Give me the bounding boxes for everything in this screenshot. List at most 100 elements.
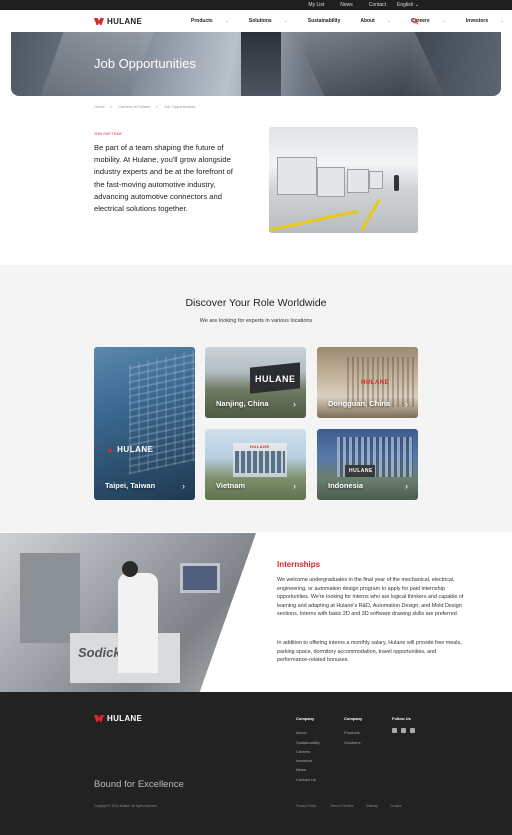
breadcrumb-separator: > [155, 104, 158, 109]
footer-column-follow: Follow Us [392, 714, 415, 734]
location-label: Vietnam [216, 481, 246, 490]
hulane-building-sign: HULANE [361, 380, 389, 386]
footer-link-cookies[interactable]: Cookies [390, 804, 402, 808]
chevron-right-icon: › [405, 481, 408, 491]
chevron-down-icon: ⌄ [224, 18, 229, 24]
location-card-dongguan[interactable]: HULANE Dongguan, China › [317, 347, 418, 418]
footer-link-solutions[interactable]: Solutions [344, 738, 362, 747]
monitor-shape [180, 563, 220, 593]
breadcrumb-careers[interactable]: Careers at Hulane [118, 104, 150, 109]
footer-heading: Company [344, 716, 363, 721]
footer-heading: Company [296, 716, 315, 721]
breadcrumb-separator: > [109, 104, 113, 109]
footer-link-privacy[interactable]: Privacy Policy [296, 804, 316, 808]
footer: HULANE Company About Sustainability Care… [0, 692, 512, 835]
hero-building-decoration [294, 32, 448, 96]
location-card-indonesia[interactable]: HULANE Indonesia › [317, 429, 418, 500]
chevron-right-icon: › [182, 481, 185, 491]
nav-label: Solutions [248, 18, 272, 24]
breadcrumb: Home > Careers at Hulane > Job Opportuniti… [94, 104, 200, 109]
chevron-right-icon: › [293, 399, 296, 409]
page-title: Job Opportunities [94, 56, 196, 71]
location-label: Taipei, Taiwan [105, 481, 156, 490]
language-selector[interactable]: English ⌄ [397, 1, 419, 9]
worker-figure [394, 175, 399, 191]
internships-paragraph-1: We welcome undergraduates in the final y… [277, 577, 464, 618]
nav-label: Sustainability [307, 18, 341, 24]
site-logo[interactable]: HULANE [94, 17, 142, 26]
linkedin-icon[interactable] [392, 728, 397, 734]
hulane-building-sign: HULANE [250, 444, 270, 449]
nav-item-products[interactable]: Products ⌄ [191, 18, 239, 24]
footer-link-careers[interactable]: Careers [296, 747, 320, 756]
building-facade [129, 349, 195, 475]
chevron-down-icon: ⌄ [441, 18, 446, 24]
top-utility-bar: My List News Contact English ⌄ [0, 0, 512, 10]
building-windows [235, 451, 285, 473]
chevron-down-icon: ⌄ [283, 18, 288, 24]
footer-heading: Follow Us [392, 716, 411, 721]
footer-logo[interactable]: HULANE [94, 714, 142, 723]
logo-text: HULANE [107, 714, 143, 723]
roles-subtitle: We are looking for experts in various lo… [199, 318, 313, 324]
chevron-down-icon: ⌄ [414, 2, 419, 8]
nav-item-about[interactable]: About ⌄ [360, 18, 401, 24]
youtube-icon[interactable] [410, 728, 415, 734]
chevron-down-icon: ⌄ [500, 18, 505, 24]
chevron-right-icon: › [405, 399, 408, 409]
footer-link-products[interactable]: Products [344, 728, 362, 737]
footer-link-investors[interactable]: Investors [296, 756, 320, 765]
person-figure [118, 573, 158, 673]
location-card-vietnam[interactable]: HULANE Vietnam › [205, 429, 306, 500]
nav-menu: Products ⌄ Solutions ⌄ Sustainability Abou… [191, 18, 512, 24]
hulane-building-sign: HULANE [349, 468, 373, 474]
intro-text: Be part of a team shaping the future of … [94, 143, 233, 214]
nav-item-solutions[interactable]: Solutions ⌄ [249, 18, 298, 24]
search-icon[interactable] [412, 18, 419, 27]
footer-link-sustainability[interactable]: Sustainability [296, 738, 320, 747]
hero-banner: Job Opportunities [11, 32, 501, 96]
footer-link-contact[interactable]: Contact Us [296, 775, 320, 784]
footer-link-news[interactable]: News [296, 765, 320, 774]
intro-tag: JOIN OUR TEAM [94, 132, 122, 136]
location-card-nanjing[interactable]: HULANE Nanjing, China › [205, 347, 306, 418]
footer-column-company: Company About Sustainability Careers Inv… [296, 714, 320, 784]
nav-label: About [360, 18, 375, 24]
copyright: Copyright © 2024 Hulane. All rights rese… [94, 804, 158, 808]
language-label: English [397, 2, 414, 8]
location-label: Nanjing, China [216, 399, 269, 408]
factory-image [269, 127, 418, 233]
social-icons [392, 728, 415, 734]
footer-link-sitemap[interactable]: Sitemap [366, 804, 378, 808]
machine-shape [369, 171, 383, 189]
machine-shape [20, 553, 80, 643]
internship-photo: Sodick [0, 533, 256, 692]
location-card-taipei[interactable]: ▲ HULANE Taipei, Taiwan › [94, 347, 195, 500]
topbar-link-news[interactable]: News [332, 1, 361, 9]
internships-title: Internships [277, 560, 321, 569]
hulane-building-sign: ▲ HULANE [106, 445, 154, 454]
breadcrumb-home[interactable]: Home [94, 104, 105, 109]
logo-text: HULANE [107, 17, 143, 26]
nav-item-sustainability[interactable]: Sustainability [308, 18, 351, 24]
footer-link-about[interactable]: About [296, 728, 320, 737]
nav-label: Products [191, 18, 213, 24]
hulane-building-sign: HULANE [255, 374, 296, 384]
hulane-logo-icon [94, 715, 104, 722]
topbar-link-my-list[interactable]: My List [300, 1, 332, 9]
person-head [122, 561, 138, 577]
internships-paragraph-2: In addition to offering interns a monthl… [277, 640, 462, 664]
wechat-icon[interactable] [401, 728, 406, 734]
floor-stripe [360, 198, 381, 232]
breadcrumb-current: Job Opportunities [164, 104, 196, 109]
hero-building-decoration [241, 32, 281, 96]
machine-brand-decoration: Sodick [78, 645, 121, 660]
location-label: Indonesia [328, 481, 364, 490]
footer-link-terms[interactable]: Terms of Service [330, 804, 354, 808]
machine-shape [317, 167, 345, 197]
nav-item-investors[interactable]: Investors ⌄ [466, 18, 512, 24]
chevron-right-icon: › [293, 481, 296, 491]
roles-title: Discover Your Role Worldwide [185, 297, 327, 309]
topbar-link-contact[interactable]: Contact [361, 1, 394, 9]
nav-label: Investors [465, 18, 489, 24]
